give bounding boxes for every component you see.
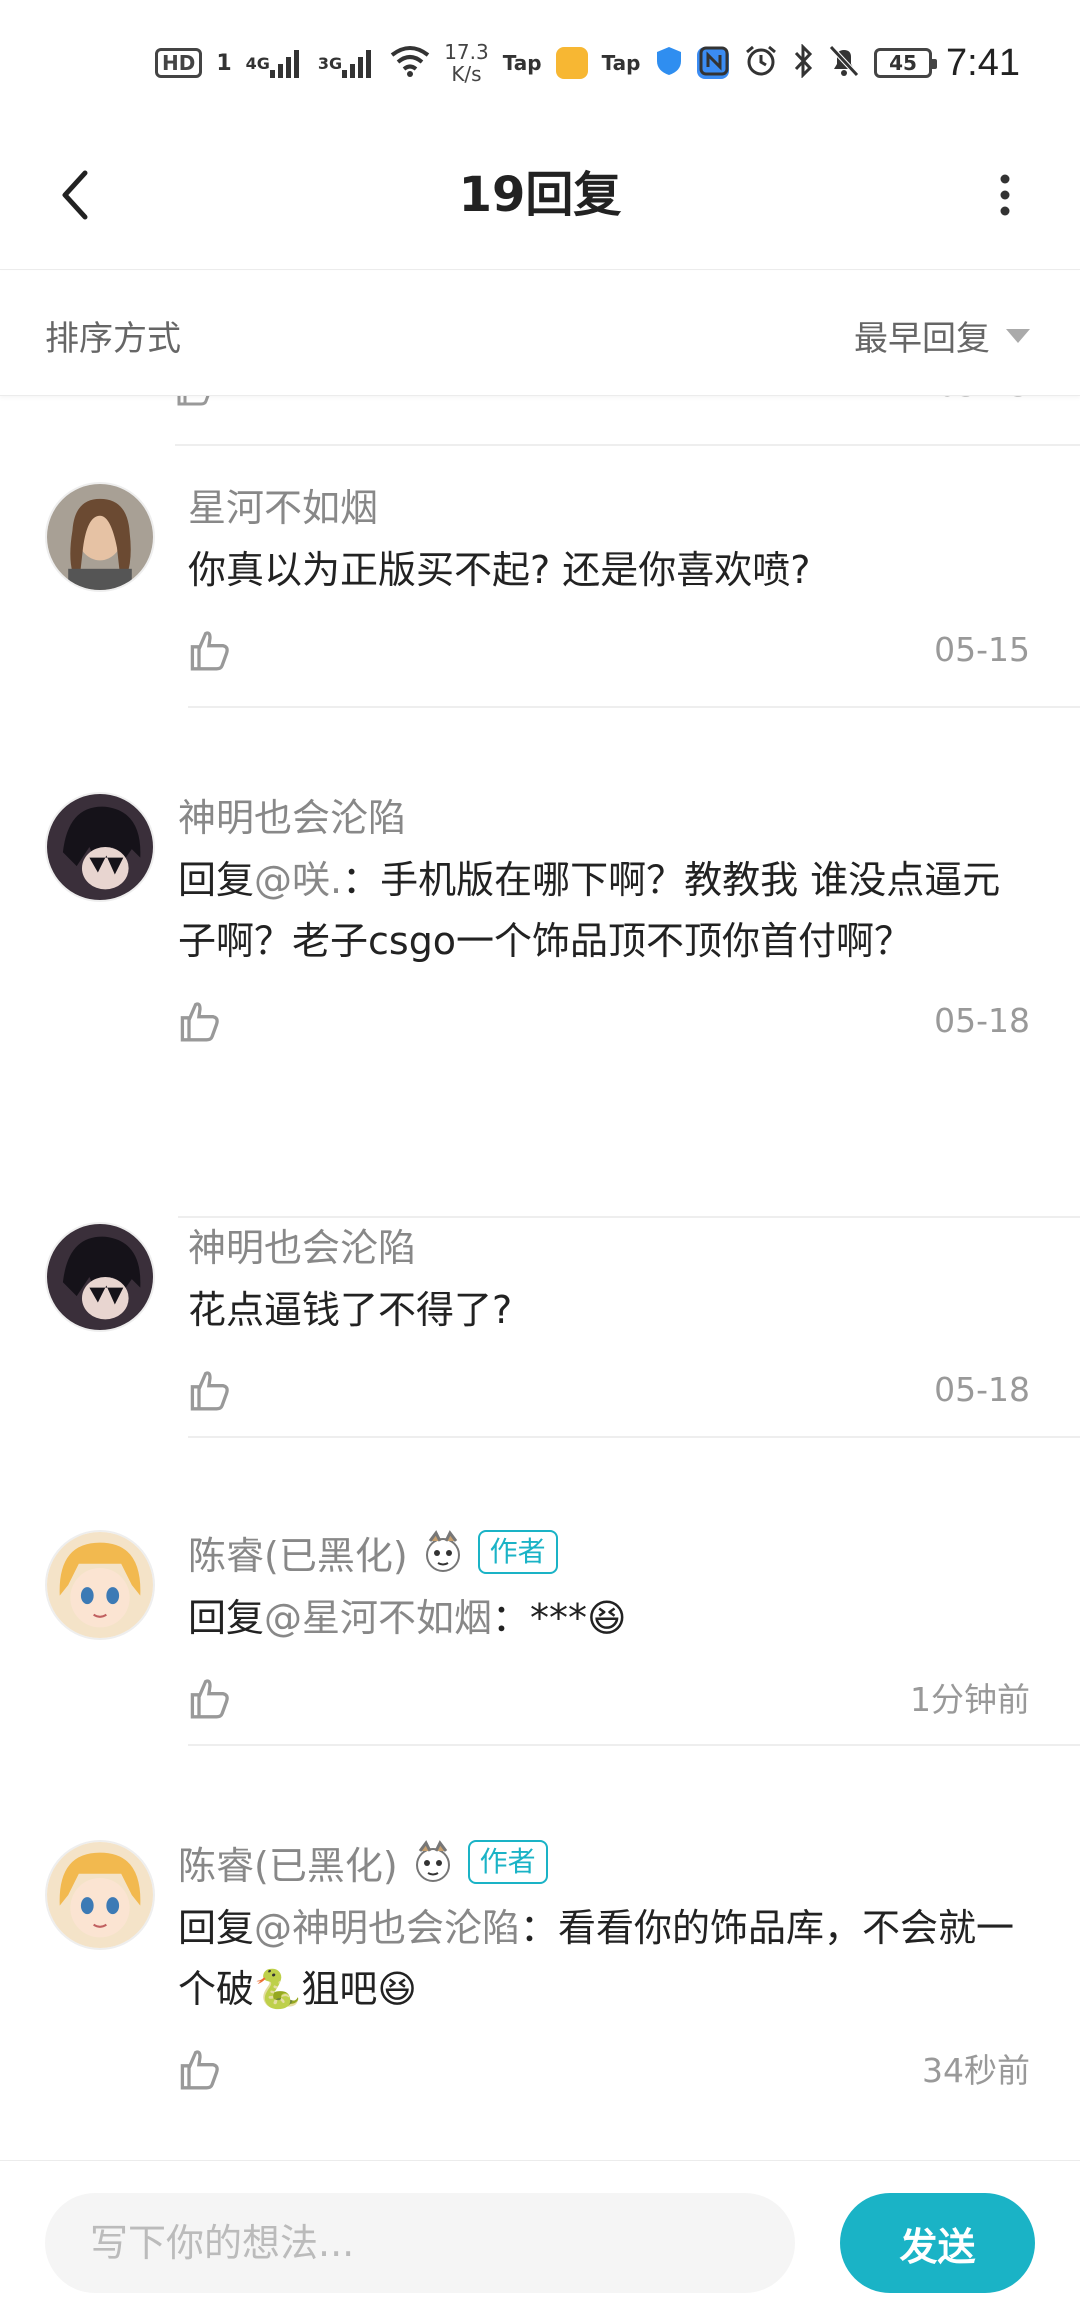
timestamp: 34秒前 [922, 2051, 1030, 2090]
app-notification-icon [555, 47, 588, 79]
sort-bar: 排序方式 最早回复 [0, 271, 1080, 396]
reply-body: 神明也会沦陷 花点逼钱了不得了? 05-18 [188, 1216, 1030, 1419]
username[interactable]: 神明也会沦陷 [188, 1217, 416, 1272]
more-options-button[interactable] [970, 160, 1040, 230]
name-row: 星河不如烟 [188, 476, 1030, 532]
status-bar: HD 1 4G 3G 17.3 K/s Tap Tap 45 7:41 [0, 0, 1080, 120]
divider [188, 1744, 1080, 1746]
user-emblem-icon [418, 1527, 468, 1577]
comment-bar: 发送 [0, 2160, 1080, 2310]
author-badge: 作者 [477, 1530, 558, 1574]
reply-content: 花点逼钱了不得了? [188, 1288, 513, 1332]
reply-content: 你真以为正版买不起? 还是你喜欢喷? [188, 548, 811, 592]
timestamp: 05-15 [937, 396, 1030, 404]
network-speed: 17.3 K/s [444, 41, 489, 85]
timestamp: 05-18 [934, 1000, 1030, 1040]
page-title: 19回复 [458, 167, 622, 223]
speed-value: 17.3 [444, 40, 489, 64]
user-emblem-icon [408, 1837, 458, 1887]
meta-row: 1分钟前 [188, 1667, 1030, 1727]
reply-body: 星河不如烟 你真以为正版买不起? 还是你喜欢喷? 05-15 [188, 476, 1030, 679]
reply-list[interactable]: 05-15 星河不如烟 你真以为正版买不起? 还是你喜欢喷? 05-15 [0, 396, 1080, 2161]
bluetooth-icon [792, 43, 814, 82]
signal-4g-icon: 4G [246, 48, 304, 78]
previous-reply-tail: 05-15 [175, 396, 1080, 446]
sort-value: 最早回复 [854, 319, 990, 359]
reply-body: 陈睿(已黑化) 作者 回复@神明也会沦陷：看看你的饰品库，不会就一个破🐍狙吧😆 … [178, 1834, 1030, 2098]
wifi-icon [390, 45, 430, 81]
more-vertical-icon [1000, 174, 1010, 216]
reply-content: 回复@咲.：手机版在哪下啊？教教我 谁没点逼元子啊？老子csgo一个饰品顶不顶你… [178, 850, 1030, 972]
timestamp: 1分钟前 [910, 1680, 1030, 1719]
username[interactable]: 星河不如烟 [188, 477, 378, 532]
avatar[interactable] [45, 482, 155, 592]
username[interactable]: 神明也会沦陷 [178, 787, 406, 842]
avatar[interactable] [45, 792, 155, 902]
taptap-icon-2: Tap [601, 51, 641, 75]
reply-prefix: 回复 [178, 1906, 255, 1950]
speed-unit: K/s [451, 62, 482, 86]
app-header: 19回复 [0, 120, 1080, 270]
status-right: 45 7:41 [698, 38, 1020, 88]
thumbs-up-icon [190, 631, 229, 671]
name-row: 神明也会沦陷 [178, 786, 1030, 842]
reply-content: 回复@星河不如烟：***😆 [188, 1588, 1030, 1649]
shield-icon [655, 45, 683, 81]
like-button[interactable] [178, 995, 228, 1045]
status-left: HD 1 4G 3G 17.3 K/s Tap Tap [155, 38, 729, 88]
name-row: 陈睿(已黑化) 作者 [188, 1524, 1030, 1580]
clock-time: 7:41 [946, 41, 1020, 84]
like-button[interactable] [188, 624, 238, 674]
like-button[interactable] [188, 1364, 238, 1414]
net-4g-label: 4G [245, 53, 270, 73]
divider [188, 1436, 1080, 1438]
name-row: 陈睿(已黑化) 作者 [178, 1834, 1030, 1890]
avatar[interactable] [45, 1840, 155, 1950]
sim-indicator: 1 [216, 50, 232, 76]
meta-row: 05-18 [178, 990, 1030, 1050]
divider [188, 706, 1080, 708]
sort-dropdown[interactable]: 最早回复 [854, 311, 1030, 360]
thumbs-up-icon [190, 1679, 229, 1719]
reply-prefix: 回复 [178, 858, 255, 902]
thumbs-up-icon [180, 1002, 219, 1042]
signal-3g-icon: 3G [318, 48, 376, 78]
mention-link[interactable]: @神明也会沦陷 [254, 1906, 520, 1950]
mute-bell-icon [828, 44, 860, 82]
reply-content: 回复@神明也会沦陷：看看你的饰品库，不会就一个破🐍狙吧😆 [178, 1898, 1030, 2020]
send-button[interactable]: 发送 [840, 2193, 1035, 2293]
avatar[interactable] [45, 1222, 155, 1332]
meta-row: 05-18 [188, 1359, 1030, 1419]
like-button[interactable] [178, 2043, 228, 2093]
name-row: 神明也会沦陷 [188, 1216, 1030, 1272]
username[interactable]: 陈睿(已黑化) [178, 1835, 398, 1890]
thumbs-up-icon[interactable] [175, 396, 215, 406]
net-3g-label: 3G [317, 53, 343, 73]
alarm-icon [744, 44, 778, 82]
meta-row: 34秒前 [178, 2038, 1030, 2098]
thumbs-up-icon [190, 1371, 229, 1411]
timestamp: 05-18 [934, 1369, 1030, 1409]
reply-prefix: 回复 [188, 1596, 265, 1640]
thumbs-up-icon [180, 2050, 219, 2090]
username[interactable]: 陈睿(已黑化) [188, 1525, 408, 1580]
reply-text: ：***😆 [492, 1596, 627, 1640]
comment-input[interactable] [45, 2193, 795, 2293]
meta-row: 05-15 [188, 619, 1030, 679]
taptap-icon: Tap [502, 51, 542, 75]
reply-body: 陈睿(已黑化) 作者 回复@星河不如烟：***😆 1分钟前 [188, 1524, 1030, 1727]
caret-down-icon [1006, 328, 1030, 343]
reply-body: 神明也会沦陷 回复@咲.：手机版在哪下啊？教教我 谁没点逼元子啊？老子csgo一… [178, 786, 1030, 1050]
timestamp: 05-15 [934, 629, 1030, 669]
like-button[interactable] [188, 1672, 238, 1722]
author-badge: 作者 [467, 1840, 548, 1884]
mention-link[interactable]: @星河不如烟 [264, 1596, 492, 1640]
sort-label: 排序方式 [45, 319, 181, 359]
mention-link[interactable]: @咲. [254, 858, 342, 902]
hd-indicator: HD [155, 48, 203, 78]
nfc-icon [698, 45, 730, 81]
avatar[interactable] [45, 1530, 155, 1640]
battery-icon: 45 [874, 48, 938, 78]
